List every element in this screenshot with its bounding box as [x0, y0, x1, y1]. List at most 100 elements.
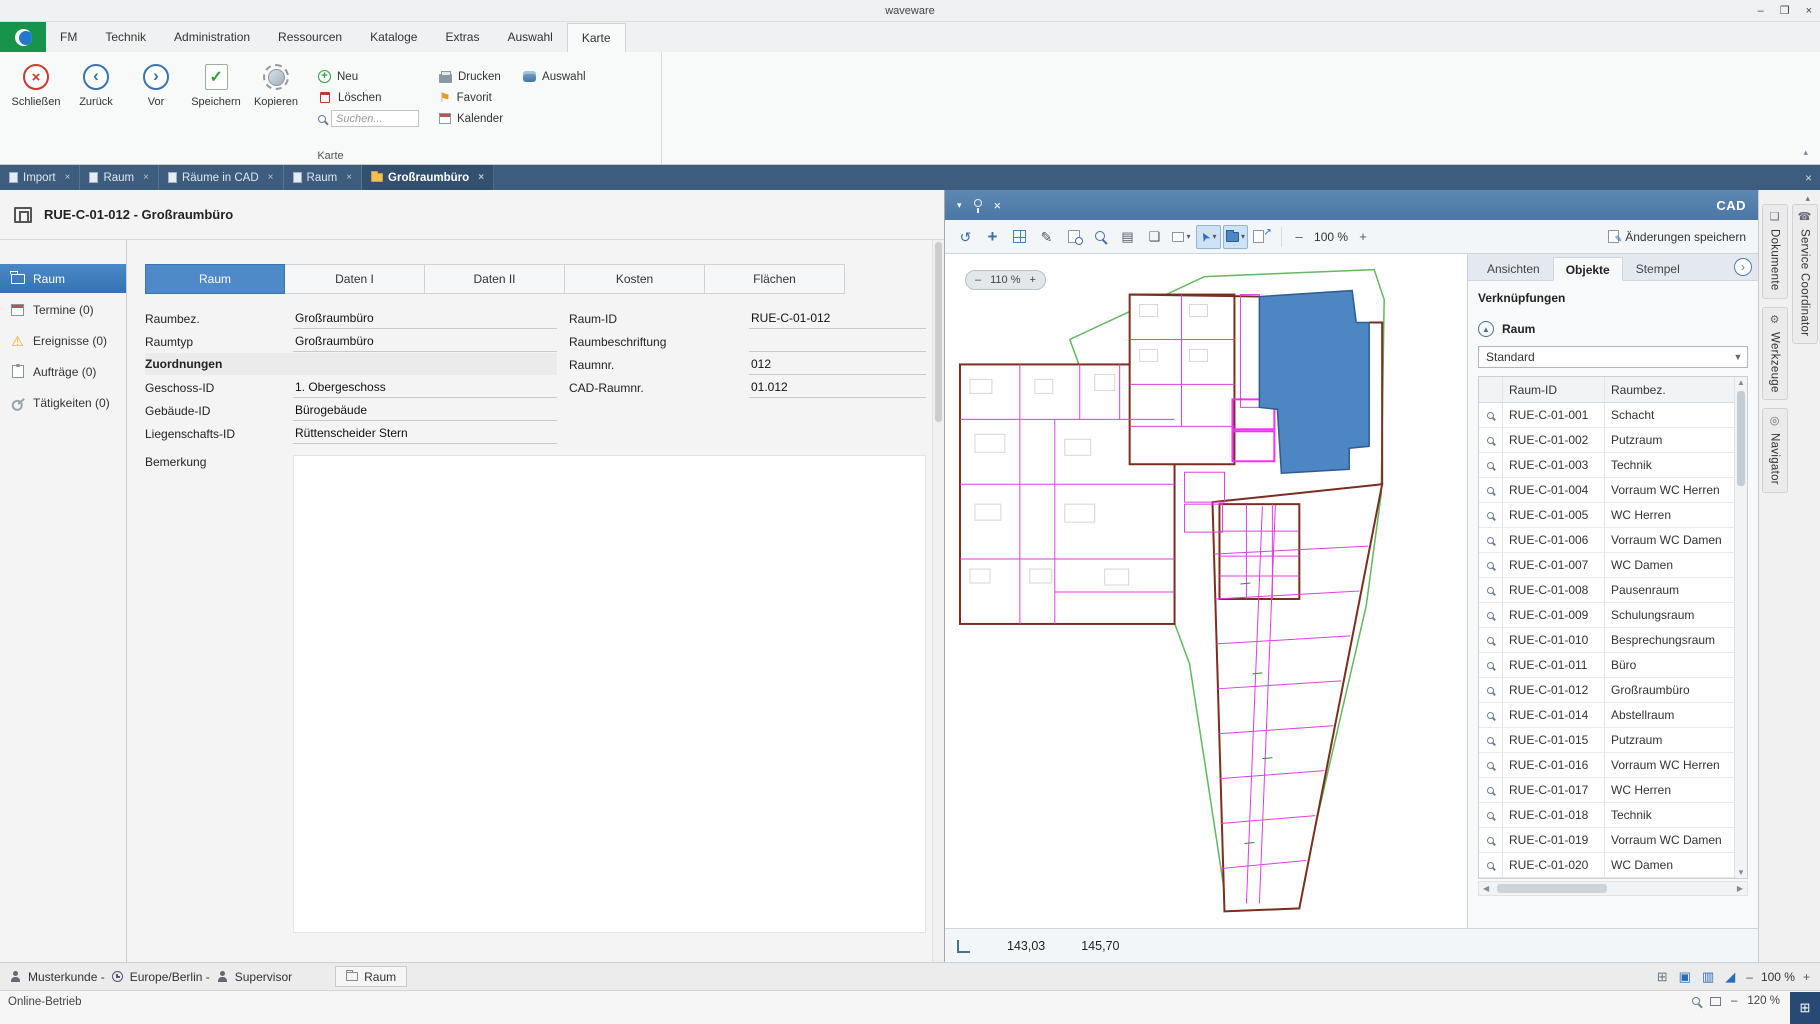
layout-columns-icon[interactable]: ▥ — [1702, 970, 1714, 983]
raumbez-column-header[interactable]: Raumbez. — [1605, 377, 1734, 402]
cad-close-icon[interactable]: × — [994, 198, 1002, 213]
tab-daten-2[interactable]: Daten II — [425, 264, 565, 294]
panel-expand-icon[interactable]: › — [1734, 258, 1752, 276]
table-row[interactable]: RUE-C-01-009 Schulungsraum — [1479, 603, 1734, 628]
copy-button[interactable]: Kopieren — [246, 58, 306, 108]
row-search-icon[interactable] — [1479, 478, 1503, 502]
field-value[interactable] — [749, 334, 926, 352]
table-row[interactable]: RUE-C-01-007 WC Damen — [1479, 553, 1734, 578]
minimize-button[interactable]: – — [1758, 5, 1764, 17]
table-row[interactable]: RUE-C-01-005 WC Herren — [1479, 503, 1734, 528]
row-search-icon[interactable] — [1479, 553, 1503, 577]
preview-button[interactable] — [1061, 225, 1086, 249]
close-tab-icon[interactable]: × — [268, 172, 274, 183]
doc-tab-import[interactable]: Import × — [0, 165, 80, 190]
doc-tab-raum-1[interactable]: Raum × — [80, 165, 159, 190]
magnifier-icon[interactable] — [1692, 997, 1700, 1005]
pinned-tab-raum[interactable]: Raum — [335, 966, 407, 987]
table-row[interactable]: RUE-C-01-015 Putzraum — [1479, 728, 1734, 753]
close-record-button[interactable]: × Schließen — [6, 58, 66, 108]
row-search-icon[interactable] — [1479, 653, 1503, 677]
row-search-icon[interactable] — [1479, 828, 1503, 852]
close-tab-icon[interactable]: × — [143, 172, 149, 183]
table-row[interactable]: RUE-C-01-017 WC Herren — [1479, 778, 1734, 803]
scrollbar-thumb[interactable] — [1737, 391, 1745, 486]
field-value[interactable]: Rüttenscheider Stern — [293, 426, 557, 444]
row-search-icon[interactable] — [1479, 803, 1503, 827]
menu-tab-kataloge[interactable]: Kataloge — [356, 23, 431, 52]
close-tab-icon[interactable]: × — [346, 172, 352, 183]
field-value[interactable]: Bürogebäude — [293, 403, 557, 421]
nav-item-termine[interactable]: Termine (0) — [0, 295, 126, 324]
zoom-in-button[interactable]: + — [1030, 274, 1036, 286]
table-row[interactable]: RUE-C-01-003 Technik — [1479, 453, 1734, 478]
zoom-out-button[interactable]: – — [1292, 229, 1306, 244]
zoom-window-button[interactable] — [1088, 225, 1113, 249]
rotate-view-button[interactable]: ↺ — [953, 225, 978, 249]
table-row[interactable]: RUE-C-01-008 Pausenraum — [1479, 578, 1734, 603]
tab-stempel[interactable]: Stempel — [1623, 256, 1693, 280]
row-search-icon[interactable] — [1479, 678, 1503, 702]
row-search-icon[interactable] — [1479, 628, 1503, 652]
close-all-tabs-icon[interactable]: × — [1805, 165, 1812, 190]
tab-kosten[interactable]: Kosten — [565, 264, 705, 294]
table-row[interactable]: RUE-C-01-020 WC Damen — [1479, 853, 1734, 878]
row-search-icon[interactable] — [1479, 728, 1503, 752]
row-search-icon[interactable] — [1479, 403, 1503, 427]
nav-item-raum[interactable]: Raum — [0, 264, 126, 293]
row-search-icon[interactable] — [1479, 578, 1503, 602]
sheets-button[interactable]: ❏ — [1142, 225, 1167, 249]
doc-tab-raum-2[interactable]: Raum × — [284, 165, 363, 190]
layers-button[interactable]: ▤ — [1115, 225, 1140, 249]
filter-dropdown[interactable]: Standard ▼ — [1478, 346, 1748, 368]
nav-item-taetigkeiten[interactable]: Tätigkeiten (0) — [0, 388, 126, 417]
doc-tab-raeume-in-cad[interactable]: Räume in CAD × — [159, 165, 284, 190]
search-input[interactable] — [331, 110, 419, 127]
nav-item-auftraege[interactable]: Aufträge (0) — [0, 357, 126, 386]
close-tab-icon[interactable]: × — [478, 172, 484, 183]
row-search-icon[interactable] — [1479, 853, 1503, 877]
close-tab-icon[interactable]: × — [65, 172, 71, 183]
menu-tab-karte[interactable]: Karte — [567, 23, 626, 52]
ribbon-collapse-icon[interactable]: ▴ — [1803, 147, 1808, 158]
grid-button[interactable] — [1007, 225, 1032, 249]
table-row[interactable]: RUE-C-01-018 Technik — [1479, 803, 1734, 828]
field-value[interactable]: 01.012 — [749, 380, 926, 398]
zoom-out-button[interactable]: – — [1731, 995, 1737, 1007]
vtab-dokumente[interactable]: ❏ Dokumente — [1762, 204, 1788, 299]
table-row[interactable]: RUE-C-01-012 Großraumbüro — [1479, 678, 1734, 703]
table-row[interactable]: RUE-C-01-016 Vorraum WC Herren — [1479, 753, 1734, 778]
nav-item-ereignisse[interactable]: ⚠ Ereignisse (0) — [0, 326, 126, 355]
measure-button[interactable]: ✎ — [1034, 225, 1059, 249]
table-row[interactable]: RUE-C-01-006 Vorraum WC Damen — [1479, 528, 1734, 553]
menu-tab-fm[interactable]: FM — [46, 23, 91, 52]
favorite-button[interactable]: ⚑ Favorit — [439, 89, 503, 106]
delete-button[interactable]: Löschen — [318, 89, 419, 106]
vtab-service-coordinator[interactable]: ☎ Service Coordinator — [1792, 204, 1818, 344]
table-row[interactable]: RUE-C-01-019 Vorraum WC Damen — [1479, 828, 1734, 853]
field-value[interactable]: Großraumbüro — [293, 311, 557, 329]
field-value[interactable]: 012 — [749, 357, 926, 375]
row-search-icon[interactable] — [1479, 503, 1503, 527]
strip-collapse-icon[interactable]: ▴ — [1805, 193, 1810, 204]
table-horizontal-scrollbar[interactable]: ◀ ▶ — [1478, 881, 1748, 896]
tab-objekte[interactable]: Objekte — [1553, 257, 1623, 281]
menu-tab-extras[interactable]: Extras — [431, 23, 493, 52]
tab-ansichten[interactable]: Ansichten — [1474, 256, 1553, 280]
cad-menu-icon[interactable]: ▾ — [957, 200, 962, 211]
bemerkung-textarea[interactable] — [293, 455, 926, 933]
pin-icon[interactable] — [974, 199, 982, 207]
row-search-icon[interactable] — [1479, 453, 1503, 477]
tab-daten-1[interactable]: Daten I — [285, 264, 425, 294]
table-row[interactable]: RUE-C-01-002 Putzraum — [1479, 428, 1734, 453]
back-button[interactable]: ‹ Zurück — [66, 58, 126, 108]
pan-button[interactable]: + — [980, 225, 1005, 249]
scroll-up-icon[interactable]: ▲ — [1735, 378, 1747, 387]
save-changes-button[interactable]: Änderungen speichern — [1608, 230, 1750, 244]
doc-tab-grossraumbuero[interactable]: Großraumbüro × — [362, 165, 494, 190]
tab-flaechen[interactable]: Flächen — [705, 264, 845, 294]
field-value[interactable]: 1. Obergeschoss — [293, 380, 557, 398]
record-scrollbar[interactable] — [932, 240, 944, 962]
table-row[interactable]: RUE-C-01-014 Abstellraum — [1479, 703, 1734, 728]
zoom-out-button[interactable]: – — [975, 274, 981, 286]
